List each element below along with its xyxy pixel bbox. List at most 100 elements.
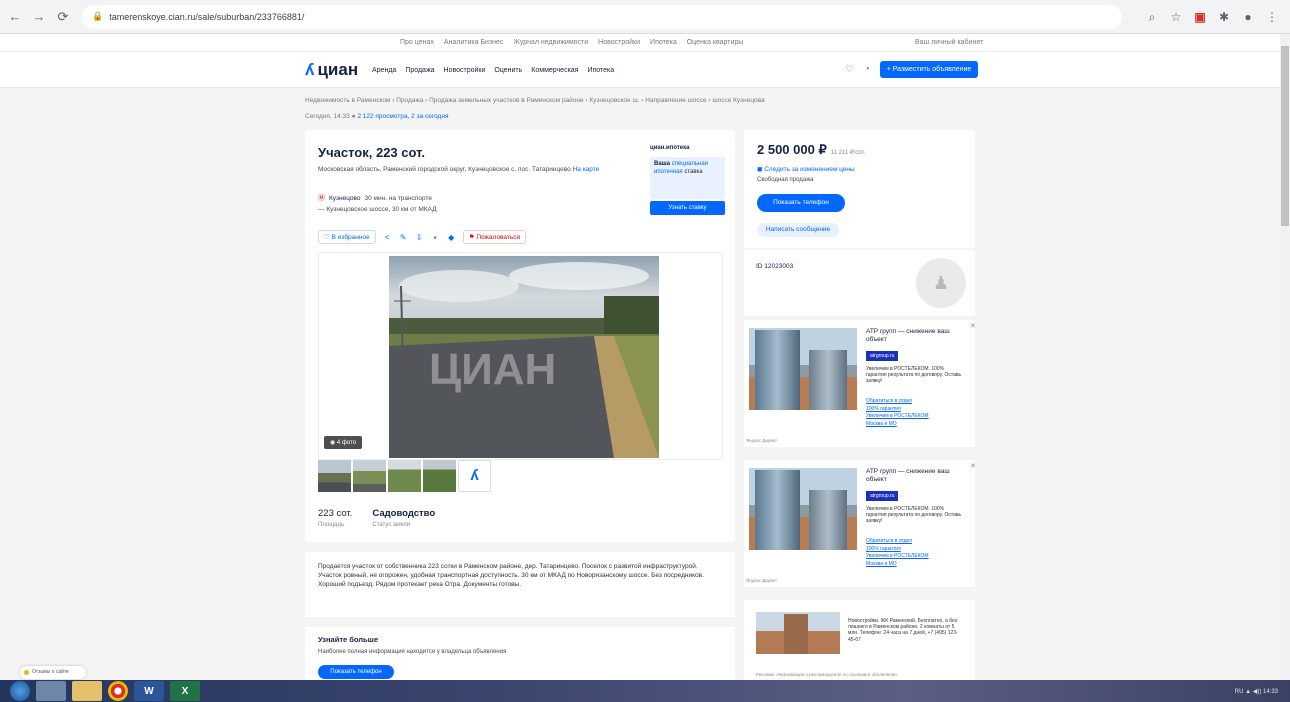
metro-name[interactable]: Кузнецово <box>329 195 360 202</box>
ad-title[interactable]: АТР групп — снижение ваш объект <box>866 468 961 484</box>
star-icon[interactable]: ☆ <box>1168 9 1184 25</box>
site-topline: Про ценах Аналитика Бизнес Журнал недвиж… <box>0 34 1280 52</box>
cian-logo[interactable]: ʎ циан <box>305 60 358 80</box>
status-caption: Статус земли <box>372 522 410 528</box>
listing-title: Участок, 223 сот. <box>318 145 425 160</box>
nav-item[interactable]: Оценить <box>494 67 522 74</box>
windows-taskbar: W X RU ▲ ◀)) 14:33 <box>0 680 1290 702</box>
promo-button[interactable]: Узнать ставку <box>650 201 725 215</box>
back-icon[interactable]: ← <box>6 8 24 26</box>
ad-block[interactable]: ✕ АТР групп — снижение ваш объект atrgro… <box>744 320 976 447</box>
word-icon[interactable]: W <box>134 681 164 701</box>
breadcrumb[interactable]: Недвижимость в Раменском › Продажа › Про… <box>305 97 765 104</box>
close-icon[interactable]: ✕ <box>970 322 976 330</box>
top-link[interactable]: Новостройки <box>598 39 640 46</box>
photo-count[interactable]: ◉ 4 фото <box>324 436 363 449</box>
metro-info: Ⓜ Кузнецово 30 мин. на транспорте <box>318 193 432 203</box>
forward-icon[interactable]: → <box>30 8 48 26</box>
map-link[interactable]: На карте <box>573 166 600 173</box>
account-link[interactable]: Ваш личный кабинет <box>915 39 983 46</box>
files-icon[interactable] <box>36 681 66 701</box>
thumbnail[interactable] <box>353 460 386 492</box>
menu-icon[interactable]: ⋮ <box>1264 9 1280 25</box>
show-phone-button[interactable]: Показать телефон <box>757 194 845 212</box>
puzzle-icon[interactable]: ✱ <box>1216 9 1232 25</box>
nav-item[interactable]: Аренда <box>372 67 396 74</box>
top-link[interactable]: Аналитика Бизнес <box>444 39 504 46</box>
header-icons: ♡ ◔ <box>845 64 870 75</box>
thumbnail[interactable] <box>318 460 351 492</box>
ad-image[interactable] <box>756 612 840 654</box>
learn-phone-button[interactable]: Показать телефон <box>318 665 394 679</box>
listing-date: Сегодня, 14:33 <box>305 113 350 120</box>
page-scrollbar[interactable] <box>1280 34 1290 680</box>
thumbnail[interactable] <box>423 460 456 492</box>
profile-icon[interactable]: ● <box>1240 9 1256 25</box>
cian-logo-icon[interactable]: ʎ <box>458 460 491 492</box>
ad-text[interactable]: Новостройки. ЖК Раменский. Бесплатно, а … <box>848 618 958 643</box>
ad-block[interactable]: Новостройки. ЖК Раменский. Бесплатно, а … <box>744 600 975 684</box>
ad-block[interactable]: ✕ АТР групп — снижение ваш объект atrgro… <box>744 460 976 587</box>
ad-link[interactable]: Москва и МО <box>866 561 929 569</box>
print-icon[interactable]: ▪ <box>431 233 440 242</box>
nav-item[interactable]: Коммерческая <box>531 67 578 74</box>
address-text[interactable]: Московская область, Раменский городской … <box>318 166 571 173</box>
site-header: ʎ циан Аренда Продажа Новостройки Оценит… <box>0 52 1280 88</box>
ad-link[interactable]: Обратиться в отдел <box>866 398 929 406</box>
complaint-button[interactable]: ⚑ Пожаловаться <box>462 230 526 244</box>
thumbnail[interactable] <box>388 460 421 492</box>
promo-text-suffix: ставка <box>684 168 703 175</box>
address-bar[interactable]: 🔒 tamerenskoye.cian.ru/sale/suburban/233… <box>82 4 1122 29</box>
ad-link[interactable]: Увеличим в РОСТЕЛЕКОМ <box>866 553 929 561</box>
top-link[interactable]: Журнал недвижимости <box>513 39 588 46</box>
area-value: 223 сот. <box>318 508 353 519</box>
start-button[interactable] <box>10 681 30 701</box>
ad-title[interactable]: АТР групп — снижение ваш объект <box>866 328 961 344</box>
fact-area: 223 сот. Площадь <box>318 508 352 528</box>
excel-icon[interactable]: X <box>170 681 200 701</box>
share-icon[interactable]: < <box>383 233 392 242</box>
ad-link[interactable]: 100% гарантия <box>866 546 929 554</box>
heart-icon[interactable]: ♡ <box>845 64 854 75</box>
system-tray[interactable]: RU ▲ ◀)) 14:33 <box>1235 688 1290 695</box>
scroll-thumb[interactable] <box>1281 46 1289 226</box>
explorer-icon[interactable] <box>72 681 102 701</box>
feedback-widget[interactable]: Отзывы о сайте <box>20 666 86 679</box>
close-icon[interactable]: ✕ <box>970 462 976 470</box>
favorite-button[interactable]: ♡ В избранное <box>318 230 376 244</box>
ad-link[interactable]: Обратиться в отдел <box>866 538 929 546</box>
ext-icon[interactable]: ▣ <box>1192 9 1208 25</box>
nav-item[interactable]: Ипотека <box>587 67 614 74</box>
reload-icon[interactable]: ⟳ <box>54 8 72 26</box>
views-link[interactable]: 2 122 просмотра, 2 за сегодня <box>357 113 448 120</box>
ad-badge[interactable]: atrgroup.ru <box>866 351 899 361</box>
nav-item[interactable]: Новостройки <box>444 67 486 74</box>
nav-item[interactable]: Продажа <box>405 67 434 74</box>
avatar[interactable]: ♟ <box>916 258 966 308</box>
compare-icon[interactable]: ◆ <box>447 233 456 242</box>
price: 2 500 000 ₽11 211 ₽/сот. <box>757 142 865 158</box>
feedback-label: Отзывы о сайте <box>32 669 69 675</box>
bell-icon[interactable]: ◔ <box>864 64 870 75</box>
ad-link[interactable]: Увеличим в РОСТЕЛЕКОМ <box>866 413 929 421</box>
top-link[interactable]: Про ценах <box>400 39 434 46</box>
search-icon[interactable]: ⌕ <box>1144 9 1160 25</box>
price-watch-link[interactable]: ◼ Следить за изменением цены <box>757 165 855 173</box>
pin-icon[interactable]: ✎ <box>399 233 408 242</box>
main-photo[interactable]: ЦИАН <box>389 256 659 458</box>
highway-text[interactable]: Кузнецовское шоссе, 30 км от МКАД <box>326 206 436 213</box>
place-ad-button[interactable]: + Разместить объявление <box>880 61 978 78</box>
listing-card: Участок, 223 сот. Московская область, Ра… <box>305 130 735 690</box>
download-icon[interactable]: ⇩ <box>415 233 424 242</box>
ad-badge[interactable]: atrgroup.ru <box>866 491 899 501</box>
ad-link[interactable]: Москва и МО <box>866 421 929 429</box>
ad-image[interactable] <box>749 328 857 410</box>
photo-gallery[interactable]: ЦИАН ◉ 4 фото <box>318 252 723 460</box>
ad-image[interactable] <box>749 468 857 550</box>
write-message-button[interactable]: Написать сообщение <box>757 223 839 237</box>
ad-link[interactable]: 100% гарантия <box>866 406 929 414</box>
top-link[interactable]: Ипотека <box>650 39 677 46</box>
top-link[interactable]: Оценка квартиры <box>687 39 744 46</box>
area-caption: Площадь <box>318 522 345 528</box>
chrome-icon[interactable] <box>108 681 128 701</box>
